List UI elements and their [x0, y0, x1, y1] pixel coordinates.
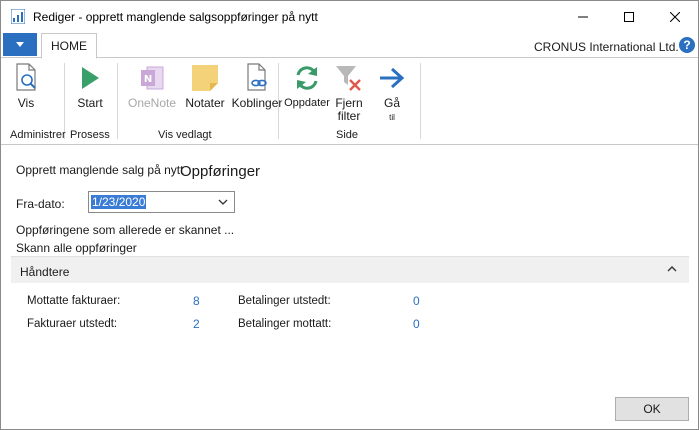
ga-til-label: Gå til — [384, 97, 400, 124]
start-button[interactable]: Start — [73, 61, 107, 127]
chevron-down-icon[interactable] — [217, 196, 229, 208]
play-icon — [74, 61, 106, 95]
dialog-window: Rediger - opprett manglende salgsoppføri… — [0, 0, 699, 430]
oppdater-button[interactable]: Oppdater — [284, 61, 330, 127]
chevron-up-icon[interactable] — [667, 265, 677, 273]
oppdater-label: Oppdater — [284, 97, 330, 109]
fra-dato-label: Fra-dato: — [16, 197, 65, 211]
arrow-right-icon — [376, 61, 408, 95]
ribbon: Vis Start N OneNote Notater Koblinger Op… — [1, 59, 698, 145]
group-label-administrer: Administrer — [10, 129, 66, 141]
window-title: Rediger - opprett manglende salgsoppføri… — [33, 10, 318, 24]
onenote-label: OneNote — [127, 96, 177, 110]
page-title: Oppføringer — [180, 163, 261, 180]
minimize-icon — [578, 16, 588, 17]
sticky-note-icon — [189, 61, 221, 95]
ga-label-line1: Gå — [383, 96, 400, 110]
fjern-filter-line2: filter — [337, 109, 361, 123]
fjern-filter-button[interactable]: Fjern filter — [333, 61, 365, 127]
fra-dato-field[interactable]: 1/23/2020 — [88, 191, 235, 213]
vis-button[interactable]: Vis — [11, 61, 41, 127]
ribbon-tab-row: HOME CRONUS International Ltd. ? — [1, 32, 698, 59]
fjern-filter-label: Fjern filter — [335, 97, 362, 123]
page-subtitle: Opprett manglende salg på nytt — [16, 163, 184, 177]
betalinger-utstedt-value[interactable]: 0 — [413, 294, 420, 308]
minimize-button[interactable] — [560, 1, 606, 32]
app-menu-button[interactable] — [3, 33, 37, 56]
title-bar: Rediger - opprett manglende salgsoppføri… — [1, 1, 698, 32]
mottatte-fakturaer-value[interactable]: 8 — [193, 294, 200, 308]
maximize-icon — [624, 11, 634, 22]
koblinger-label: Koblinger — [231, 96, 283, 110]
ga-til-button[interactable]: Gå til — [377, 61, 407, 127]
koblinger-button[interactable]: Koblinger — [232, 61, 282, 127]
betalinger-mottatt-value[interactable]: 0 — [413, 317, 420, 331]
notater-button[interactable]: Notater — [185, 61, 225, 127]
fakturaer-utstedt-label: Fakturaer utstedt: — [27, 318, 118, 330]
start-label: Start — [77, 96, 103, 110]
refresh-icon — [291, 61, 323, 95]
caret-down-icon — [16, 42, 24, 47]
vis-label: Vis — [17, 96, 35, 110]
question-circle-icon[interactable]: ? — [679, 37, 695, 53]
notater-label: Notater — [185, 96, 225, 110]
ribbon-separator — [420, 63, 421, 139]
fjern-filter-line1: Fjern — [335, 96, 363, 110]
betalinger-mottatt-label: Betalinger mottatt: — [238, 318, 332, 330]
scanned-entries-text: Oppføringene som allerede er skannet ... — [16, 223, 235, 237]
betalinger-utstedt-label: Betalinger utstedt: — [238, 295, 331, 307]
group-label-prosess: Prosess — [70, 129, 110, 141]
group-label-vis-vedlagt: Vis vedlagt — [158, 129, 212, 141]
mottatte-fakturaer-label: Mottatte fakturaer: — [27, 295, 121, 307]
ok-button[interactable]: OK — [615, 397, 689, 421]
app-icon — [11, 9, 25, 24]
fakturaer-utstedt-value[interactable]: 2 — [193, 317, 200, 331]
close-button[interactable] — [652, 1, 698, 32]
onenote-button: N OneNote — [126, 61, 178, 127]
ga-label-line2: til — [389, 113, 395, 122]
view-document-icon — [10, 61, 42, 95]
ribbon-separator — [278, 63, 279, 139]
company-name[interactable]: CRONUS International Ltd. — [534, 40, 679, 54]
scan-all-entries-text: Skann alle oppføringer — [16, 241, 137, 255]
maximize-button[interactable] — [606, 1, 652, 32]
fasttab-header[interactable]: Håndtere — [11, 256, 689, 283]
svg-text:N: N — [144, 74, 152, 85]
close-icon — [670, 11, 680, 22]
fasttab-title: Håndtere — [20, 265, 70, 279]
tab-home[interactable]: HOME — [41, 33, 97, 59]
document-link-icon — [241, 61, 273, 95]
ribbon-separator — [64, 63, 65, 139]
onenote-icon: N — [136, 61, 168, 95]
group-label-side: Side — [336, 129, 359, 141]
ribbon-separator — [117, 63, 118, 139]
fra-dato-value: 1/23/2020 — [91, 195, 147, 209]
clear-filter-icon — [333, 61, 365, 95]
